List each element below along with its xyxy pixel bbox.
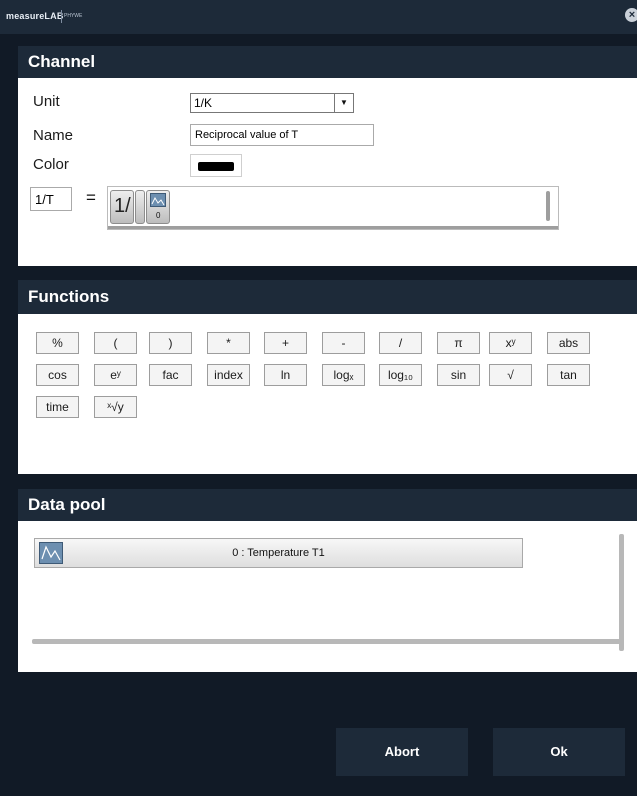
data-pool-item[interactable]: 0 : Temperature T1 — [34, 538, 523, 568]
formula-scrollbar-vertical[interactable] — [546, 191, 550, 221]
function-button[interactable]: logₓ — [322, 364, 365, 386]
ok-button[interactable]: Ok — [493, 728, 625, 776]
function-button[interactable]: ˣ√y — [94, 396, 137, 418]
formula-token-blank[interactable] — [135, 190, 145, 224]
formula-token-channel[interactable]: 0 — [146, 190, 170, 224]
unit-select-value: 1/K — [194, 96, 213, 110]
color-picker[interactable] — [190, 154, 242, 177]
function-button[interactable]: ln — [264, 364, 307, 386]
unit-label: Unit — [33, 93, 60, 110]
chevron-down-icon[interactable]: ▼ — [334, 94, 353, 112]
formula-editor[interactable]: 1/ 0 — [107, 186, 559, 230]
channel-panel: Unit 1/K ▼ Name Color = 1/ 0 — [18, 78, 637, 266]
close-icon[interactable]: × — [625, 8, 637, 22]
function-button[interactable]: - — [322, 332, 365, 354]
equals-sign: = — [86, 188, 96, 207]
data-pool-item-label: 0 : Temperature T1 — [232, 547, 325, 559]
function-button[interactable]: √ — [489, 364, 532, 386]
data-pool-panel: 0 : Temperature T1 — [18, 521, 637, 672]
function-button[interactable]: log₁₀ — [379, 364, 422, 386]
functions-heading: Functions — [18, 280, 637, 314]
color-swatch[interactable] — [198, 162, 234, 171]
function-button[interactable]: ( — [94, 332, 137, 354]
function-button[interactable]: + — [264, 332, 307, 354]
formula-token-index: 0 — [156, 211, 161, 220]
function-button[interactable]: π — [437, 332, 480, 354]
function-button[interactable]: sin — [437, 364, 480, 386]
name-input[interactable] — [190, 124, 374, 146]
color-label: Color — [33, 156, 69, 173]
channel-heading: Channel — [18, 46, 637, 78]
logo-divider — [61, 10, 62, 23]
app-logo-sub: PHYWE — [64, 13, 83, 19]
function-button[interactable]: index — [207, 364, 250, 386]
function-button[interactable]: ) — [149, 332, 192, 354]
data-pool-heading: Data pool — [18, 489, 637, 521]
formula-scrollbar-horizontal[interactable] — [108, 226, 558, 229]
title-bar: measureLAB PHYWE × — [0, 0, 637, 34]
app-logo: measureLAB — [6, 11, 64, 21]
function-button[interactable]: xʸ — [489, 332, 532, 354]
function-button[interactable]: eʸ — [94, 364, 137, 386]
function-button[interactable]: abs — [547, 332, 590, 354]
formula-name-input[interactable] — [30, 187, 72, 211]
chart-icon — [150, 193, 166, 207]
data-pool-scrollbar-horizontal[interactable] — [32, 639, 623, 644]
name-label: Name — [33, 127, 74, 144]
formula-token-label: 1/ — [114, 195, 131, 217]
functions-panel: % () * + - / π xʸ abs cos eʸ fac index ln logₓ log₁₀ sin… — [18, 314, 637, 474]
abort-button[interactable]: Abort — [336, 728, 468, 776]
function-button[interactable]: tan — [547, 364, 590, 386]
data-pool-scrollbar-vertical[interactable] — [619, 534, 624, 651]
function-button[interactable]: time — [36, 396, 79, 418]
function-button[interactable]: / — [379, 332, 422, 354]
function-button[interactable]: % — [36, 332, 79, 354]
function-button[interactable]: cos — [36, 364, 79, 386]
formula-token-text[interactable]: 1/ — [110, 190, 134, 224]
function-button[interactable]: * — [207, 332, 250, 354]
unit-select[interactable]: 1/K ▼ — [190, 93, 354, 113]
function-button[interactable]: fac — [149, 364, 192, 386]
